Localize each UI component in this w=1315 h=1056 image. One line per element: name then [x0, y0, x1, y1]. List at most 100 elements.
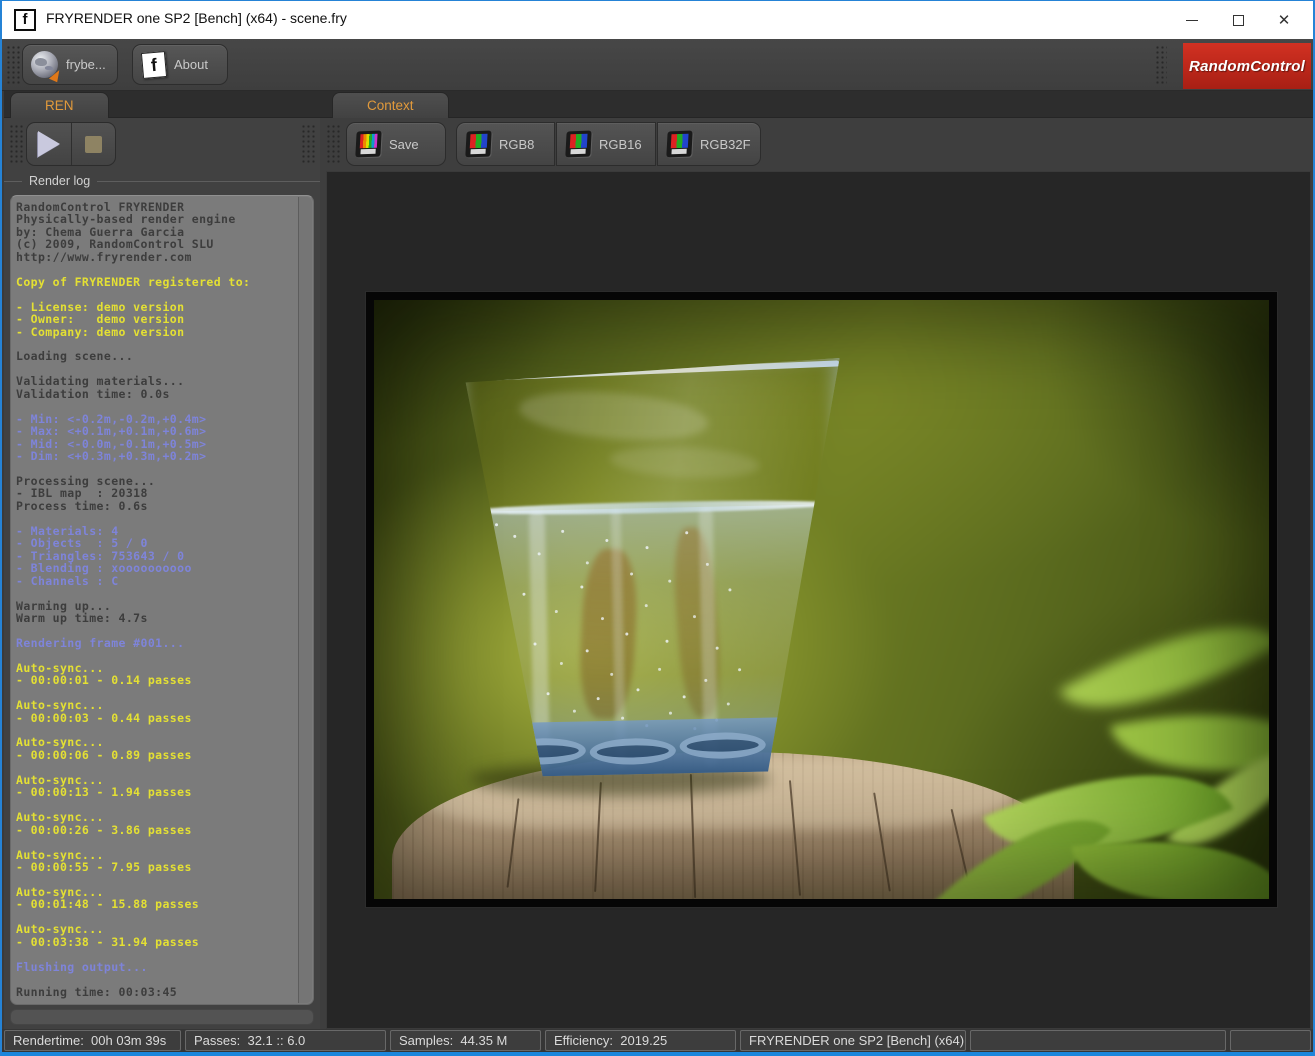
log-line: - Objects : 5 / 0 [16, 537, 293, 549]
log-line: - Max: <+0.1m,+0.1m,+0.6m> [16, 425, 293, 437]
context-tabstrip: Context [320, 91, 1313, 118]
floppy-rgb-icon [666, 131, 692, 158]
log-line: Loading scene... [16, 350, 293, 362]
log-line: Auto-sync... [16, 923, 293, 935]
frybender-button-label: frybe... [66, 57, 106, 72]
status-cell [970, 1030, 1226, 1051]
log-line: - 00:01:48 - 15.88 passes [16, 898, 293, 910]
log-line: - 00:03:38 - 31.94 passes [16, 936, 293, 948]
log-line [16, 649, 293, 661]
rgb16-button[interactable]: RGB16 [556, 122, 656, 166]
log-line: Validation time: 0.0s [16, 388, 293, 400]
tab-context[interactable]: Context [332, 92, 449, 118]
minimize-icon [1186, 20, 1198, 21]
render-image-frame [365, 291, 1278, 908]
panel-footer [10, 1009, 314, 1025]
floppy-save-icon [355, 131, 381, 158]
log-line [16, 263, 293, 275]
toolbar-grip[interactable] [301, 124, 315, 164]
status-cell [1230, 1030, 1311, 1051]
main-toolbar: frybe... f About RandomControl [2, 39, 1313, 91]
status-cell: Rendertime: 00h 03m 39s [4, 1030, 181, 1051]
maximize-icon [1233, 15, 1244, 26]
log-line: Process time: 0.6s [16, 500, 293, 512]
toolbar-grip[interactable] [6, 45, 20, 85]
stop-icon [85, 136, 102, 153]
randomcontrol-logo-text: RandomControl [1189, 58, 1305, 75]
divider [97, 181, 320, 182]
toolbar-grip[interactable] [9, 124, 23, 164]
log-line [16, 512, 293, 524]
log-line: - Dim: <+0.3m,+0.3m,+0.2m> [16, 450, 293, 462]
left-tabstrip: REN [4, 91, 320, 118]
window-border [2, 1052, 1313, 1056]
log-line: - 00:00:26 - 3.86 passes [16, 824, 293, 836]
render-start-button[interactable] [27, 123, 71, 165]
render-stop-button[interactable] [71, 123, 116, 165]
app-window: f FRYRENDER one SP2 [Bench] (x64) - scen… [0, 0, 1315, 1056]
log-line [16, 836, 293, 848]
vignette [374, 300, 1269, 899]
floppy-label [671, 149, 686, 155]
log-line [16, 587, 293, 599]
status-cell: FRYRENDER one SP2 [Bench] (x64) [740, 1030, 966, 1051]
globe-land [35, 58, 47, 66]
log-line: Rendering frame #001... [16, 637, 293, 649]
render-panel: REN Render log RandomControl FRYRENDERPh… [4, 91, 320, 1029]
floppy-label [360, 149, 375, 155]
status-cell: Samples: 44.35 M [390, 1030, 541, 1051]
tab-context-label: Context [367, 98, 414, 113]
log-line: Warm up time: 4.7s [16, 612, 293, 624]
tab-ren[interactable]: REN [10, 92, 109, 118]
log-line: - Blending : xoooooooooo [16, 562, 293, 574]
close-button[interactable]: ✕ [1261, 1, 1307, 39]
play-icon [38, 131, 60, 157]
minimize-button[interactable] [1169, 1, 1215, 39]
log-line: - IBL map : 20318 [16, 487, 293, 499]
log-line: - Owner: demo version [16, 313, 293, 325]
log-line [16, 973, 293, 985]
log-line: Copy of FRYRENDER registered to: [16, 276, 293, 288]
rendered-image [374, 300, 1269, 899]
maximize-button[interactable] [1215, 1, 1261, 39]
log-line: Flushing output... [16, 961, 293, 973]
frybender-button[interactable]: frybe... [22, 44, 118, 85]
window-title: FRYRENDER one SP2 [Bench] (x64) - scene.… [46, 10, 347, 26]
render-log-scrollbar[interactable] [298, 197, 312, 1003]
globe-arrow [49, 68, 62, 83]
log-line: - 00:00:06 - 0.89 passes [16, 749, 293, 761]
log-line: - 00:00:03 - 0.44 passes [16, 712, 293, 724]
log-line: (c) 2009, RandomControl SLU [16, 238, 293, 250]
toolbar-grip[interactable] [1155, 45, 1167, 85]
titlebar: f FRYRENDER one SP2 [Bench] (x64) - scen… [2, 1, 1313, 39]
rgb32f-button[interactable]: RGB32F [657, 122, 761, 166]
log-line [16, 400, 293, 412]
status-cell: Passes: 32.1 :: 6.0 [185, 1030, 386, 1051]
log-line [16, 948, 293, 960]
about-button[interactable]: f About [132, 44, 228, 85]
toolbar-grip[interactable] [326, 124, 340, 164]
floppy-stripes [470, 134, 488, 149]
statusbar: Rendertime: 00h 03m 39sPasses: 32.1 :: 6… [2, 1029, 1313, 1052]
render-viewport [326, 171, 1311, 1029]
log-line: - 00:00:55 - 7.95 passes [16, 861, 293, 873]
floppy-label [470, 149, 485, 155]
context-panel: Context Save RGB8 [320, 91, 1313, 1029]
floppy-rgb-icon [565, 131, 591, 158]
log-line [16, 761, 293, 773]
floppy-label [570, 149, 585, 155]
randomcontrol-logo: RandomControl [1183, 43, 1311, 89]
log-line: Running time: 00:03:45 [16, 986, 293, 998]
close-icon: ✕ [1278, 13, 1291, 28]
log-line: - Company: demo version [16, 326, 293, 338]
globe-icon [31, 51, 58, 78]
render-log: RandomControl FRYRENDERPhysically-based … [10, 195, 314, 1005]
rgb8-button[interactable]: RGB8 [456, 122, 555, 166]
rgb8-button-label: RGB8 [499, 137, 534, 152]
save-button[interactable]: Save [346, 122, 446, 166]
log-line [16, 288, 293, 300]
context-toolbar: Save RGB8 RGB16 [320, 119, 1313, 169]
render-toolbar [4, 119, 320, 169]
rgb16-button-label: RGB16 [599, 137, 642, 152]
log-line: Validating materials... [16, 375, 293, 387]
